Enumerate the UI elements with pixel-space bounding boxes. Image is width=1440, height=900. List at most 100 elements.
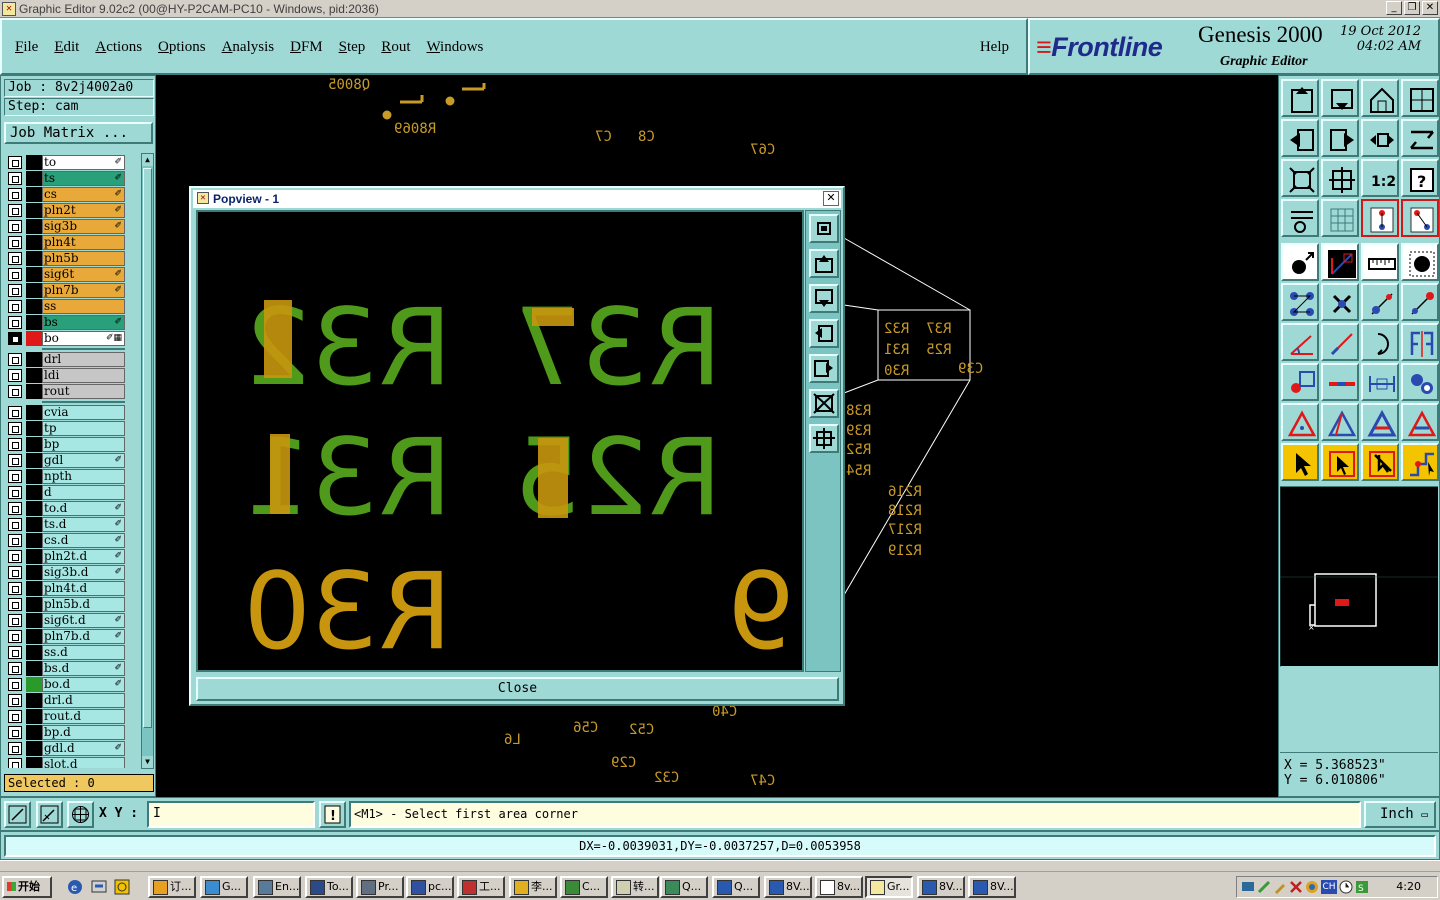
layer-affected-checkbox[interactable] [8, 188, 22, 201]
select-icon[interactable] [1281, 243, 1319, 281]
taskbar-button[interactable]: En... [253, 876, 301, 898]
tray-x-icon[interactable] [1289, 880, 1303, 894]
layer-row-ts[interactable]: ts ✐ [6, 171, 126, 186]
layer-affected-checkbox[interactable] [8, 438, 22, 451]
fit-icon[interactable] [1281, 159, 1319, 197]
layer-color-swatch[interactable] [26, 235, 42, 250]
menu-edit[interactable]: Edit [54, 39, 79, 56]
layer-affected-checkbox[interactable] [8, 502, 22, 515]
layer-name[interactable]: cvia [42, 405, 125, 420]
layer-row-bs-d[interactable]: bs.d ✐ [6, 661, 126, 676]
triangle-a-icon[interactable] [1361, 403, 1399, 441]
layer-row-ldi[interactable]: ldi [6, 368, 126, 383]
popview-close-button[interactable]: Close [196, 677, 839, 701]
layer-color-swatch[interactable] [26, 352, 42, 367]
layer-name[interactable]: sig3b ✐ [42, 219, 125, 234]
layer-color-swatch[interactable] [26, 501, 42, 516]
layer-name[interactable]: bo ✐▦ [42, 331, 125, 346]
taskbar-button[interactable]: 8v... [815, 876, 863, 898]
pointer-box-icon[interactable] [1321, 443, 1359, 481]
snap-icon[interactable] [1361, 199, 1399, 237]
popview-center-icon[interactable] [809, 424, 839, 453]
layer-name[interactable]: bp.d [42, 725, 125, 740]
layer-color-swatch[interactable] [26, 645, 42, 660]
taskbar-button[interactable]: 8V... [917, 876, 965, 898]
layer-row-rout[interactable]: rout [6, 384, 126, 399]
measure-arrow-icon[interactable] [1321, 243, 1359, 281]
layer-row-drl-d[interactable]: drl.d [6, 693, 126, 708]
triangle-alt-icon[interactable] [1321, 403, 1359, 441]
taskbar-button[interactable]: 工... [457, 876, 505, 898]
zoom-left-icon[interactable] [1281, 119, 1319, 157]
layer-affected-checkbox[interactable] [8, 726, 22, 739]
popview-pan-down-icon[interactable] [809, 284, 839, 313]
layer-color-swatch[interactable] [26, 405, 42, 420]
layer-row-d[interactable]: d [6, 485, 126, 500]
tray-security-icon[interactable]: S [1355, 880, 1369, 894]
layer-color-swatch[interactable] [26, 315, 42, 330]
layer-row-rout-d[interactable]: rout.d [6, 709, 126, 724]
pointer-icon[interactable] [1281, 443, 1319, 481]
layer-affected-checkbox[interactable] [8, 614, 22, 627]
menu-windows[interactable]: Windows [426, 39, 483, 56]
tray-network-icon[interactable] [1257, 880, 1271, 894]
layer-name[interactable]: rout.d [42, 709, 125, 724]
layer-color-swatch[interactable] [26, 517, 42, 532]
popview-canvas[interactable]: R32 R37 R31 R25 R30 59 [196, 210, 804, 672]
menu-options[interactable]: Options [158, 39, 206, 56]
taskbar-button[interactable]: 8V... [968, 876, 1016, 898]
layer-affected-checkbox[interactable] [8, 422, 22, 435]
popview-zoom-icon[interactable] [809, 214, 839, 243]
tray-monitor-icon[interactable] [1241, 880, 1255, 894]
zoom-box-icon[interactable] [1321, 159, 1359, 197]
layer-color-swatch[interactable] [26, 709, 42, 724]
menu-analysis[interactable]: Analysis [222, 39, 275, 56]
settings-icon[interactable] [1281, 199, 1319, 237]
layer-row-cs-d[interactable]: cs.d ✐ [6, 533, 126, 548]
tray-clock-icon[interactable] [1339, 880, 1353, 894]
tray-lang-indicator[interactable]: CH [1321, 880, 1337, 894]
layer-affected-checkbox[interactable] [8, 172, 22, 185]
minimize-button[interactable]: _ [1386, 1, 1402, 15]
layer-color-swatch[interactable] [26, 533, 42, 548]
scale-1-2-icon[interactable]: 1:2 [1361, 159, 1399, 197]
layer-row-slot-d[interactable]: slot.d [6, 757, 126, 768]
layer-name[interactable]: pln4t.d [42, 581, 125, 596]
layer-color-swatch[interactable] [26, 368, 42, 383]
layer-affected-checkbox[interactable] [8, 470, 22, 483]
slope-icon[interactable] [1321, 323, 1359, 361]
layer-color-swatch[interactable] [26, 155, 42, 170]
cross-icon[interactable] [1321, 283, 1359, 321]
zoom-in-icon[interactable] [1361, 119, 1399, 157]
layer-affected-checkbox[interactable] [8, 220, 22, 233]
layer-affected-checkbox[interactable] [8, 268, 22, 281]
layer-row-pln4t[interactable]: pln4t [6, 235, 126, 250]
home-icon[interactable] [1361, 79, 1399, 117]
unit-selector[interactable]: Inch ▭ [1364, 801, 1436, 828]
layer-color-swatch[interactable] [26, 267, 42, 282]
layer-row-npth[interactable]: npth [6, 469, 126, 484]
popview-pan-left-icon[interactable] [809, 319, 839, 348]
layer-affected-checkbox[interactable] [8, 662, 22, 675]
layer-affected-checkbox[interactable] [8, 550, 22, 563]
layer-color-swatch[interactable] [26, 283, 42, 298]
layer-color-swatch[interactable] [26, 661, 42, 676]
zoom-out-icon[interactable] [1401, 119, 1439, 157]
layer-name[interactable]: pln2t.d ✐ [42, 549, 125, 564]
taskbar-button[interactable]: G... [200, 876, 248, 898]
layer-color-swatch[interactable] [26, 421, 42, 436]
query-icon[interactable]: ? [1401, 159, 1439, 197]
layer-row-gdl-d[interactable]: gdl.d ✐ [6, 741, 126, 756]
layer-name[interactable]: ts.d ✐ [42, 517, 125, 532]
ruler-icon[interactable] [1361, 243, 1399, 281]
layer-row-sig3b[interactable]: sig3b ✐ [6, 219, 126, 234]
taskbar-button[interactable]: To... [305, 876, 353, 898]
menu-dfm[interactable]: DFM [290, 39, 323, 56]
popview-close-icon[interactable]: ✕ [823, 191, 839, 206]
layer-name[interactable]: sig6t ✐ [42, 267, 125, 282]
restore-button[interactable]: ❐ [1404, 1, 1420, 15]
layer-row-cs[interactable]: cs ✐ [6, 187, 126, 202]
quicklaunch-desktop-icon[interactable] [90, 878, 108, 896]
layer-name[interactable]: d [42, 485, 125, 500]
feature-icon[interactable] [1281, 363, 1319, 401]
